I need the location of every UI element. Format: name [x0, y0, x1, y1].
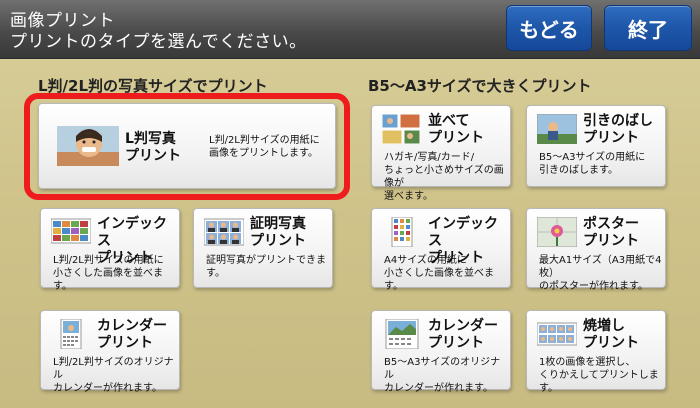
card-description: 最大A1サイズ（A3用紙で4枚） のポスターが作れます。: [539, 255, 662, 292]
calendar-print-small-button[interactable]: カレンダー プリント L判/2L判サイズのオリジナル カレンダーが作れます。: [40, 310, 180, 394]
layout-photos-icon: [382, 114, 421, 144]
card-title: ポスター プリント: [583, 216, 639, 249]
index-sheet-icon: [391, 217, 413, 247]
card-title: 焼増し プリント: [583, 318, 639, 351]
reprint-button[interactable]: 焼増し プリント 1枚の画像を選択し、 くりかえしてプリントします。: [526, 310, 666, 394]
card-title: L判写真 プリント: [125, 131, 181, 164]
poster-flower-icon: [537, 217, 577, 247]
reprint-copies-icon: [537, 322, 577, 346]
enlarge-print-button[interactable]: 引きのばし プリント B5～A3サイズの用紙に 引きのばします。: [526, 105, 666, 187]
id-photo-print-button[interactable]: 証明写真 プリント 証明写真がプリントできます。: [193, 208, 333, 288]
index-print-small-button[interactable]: インデックス プリント L判/2L判サイズの用紙に 小さくした画像を並べます。: [40, 208, 180, 292]
card-description: B5～A3サイズのオリジナル カレンダーが作れます。: [384, 357, 501, 394]
index-print-large-button[interactable]: インデックス プリント A4サイズの用紙に 小さくした画像を並べます。: [371, 208, 511, 292]
top-bar: 画像プリント プリントのタイプを選んでください。 もどる 終了: [0, 0, 700, 59]
card-description: ハガキ/写真/カード/ ちょっと小さめサイズの画像が 選べます。: [384, 152, 504, 202]
child-photo-icon: [57, 126, 119, 166]
card-description: L判/2L判サイズのオリジナル カレンダーが作れます。: [53, 357, 174, 394]
card-description: 1枚の画像を選択し、 くりかえしてプリントします。: [539, 357, 659, 394]
card-title: 並べて プリント: [428, 113, 484, 146]
card-title: 証明写真 プリント: [250, 216, 306, 249]
calendar-print-large-button[interactable]: カレンダー プリント B5～A3サイズのオリジナル カレンダーが作れます。: [371, 310, 511, 394]
index-thumbnails-icon: [51, 218, 91, 244]
card-description: L判/2L判サイズの用紙に 小さくした画像を並べます。: [53, 255, 164, 292]
exit-button[interactable]: 終了: [604, 5, 692, 51]
card-description: 証明写真がプリントできます。: [206, 255, 326, 279]
layout-print-button[interactable]: 並べて プリント ハガキ/写真/カード/ ちょっと小さめサイズの画像が 選べます…: [371, 105, 511, 202]
card-description: L判/2L判サイズの用紙に 画像をプリントします。: [209, 135, 320, 159]
back-button[interactable]: もどる: [506, 5, 592, 51]
card-description: B5～A3サイズの用紙に 引きのばします。: [539, 152, 646, 176]
enlarge-photo-icon: [537, 114, 577, 144]
page-subtitle: プリントのタイプを選んでください。: [10, 32, 307, 52]
calendar-icon: [385, 319, 419, 349]
calendar-icon: [60, 319, 82, 349]
section-label-large-size: B5～A3サイズで大きくプリント: [368, 77, 592, 95]
card-title: 引きのばし プリント: [583, 113, 653, 146]
poster-print-button[interactable]: ポスター プリント 最大A1サイズ（A3用紙で4枚） のポスターが作れます。: [526, 208, 666, 292]
l-photo-print-button[interactable]: L判写真 プリント L判/2L判サイズの用紙に 画像をプリントします。: [38, 103, 336, 189]
card-title: カレンダー プリント: [428, 318, 498, 351]
id-photo-icon: [204, 218, 244, 246]
card-title: カレンダー プリント: [97, 318, 167, 351]
card-description: A4サイズの用紙に 小さくした画像を並べます。: [384, 255, 494, 292]
